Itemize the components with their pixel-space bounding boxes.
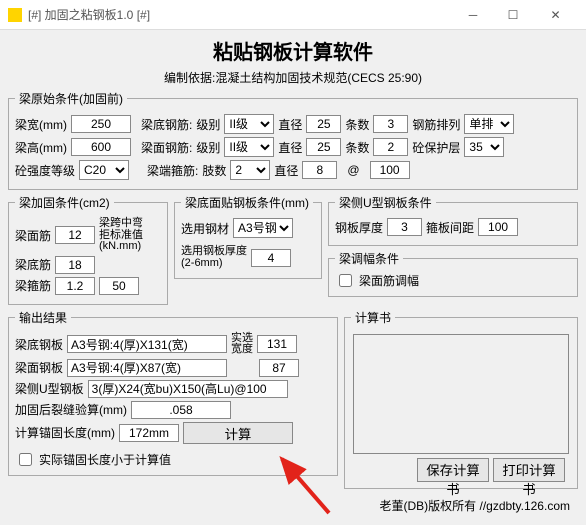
bottom-diam-input[interactable] xyxy=(306,115,341,133)
top-count-input[interactable] xyxy=(373,138,408,156)
close-button[interactable]: ✕ xyxy=(533,1,578,29)
side-spacing-label: 箍板间距 xyxy=(426,219,474,236)
anchor-check[interactable]: 实际锚固长度小于计算值 xyxy=(15,450,331,469)
cover-select[interactable]: 35 xyxy=(464,137,504,157)
basis-text: 编制依据:混凝土结构加固技术规范(CECS 25:90) xyxy=(6,69,580,86)
calcbook-legend: 计算书 xyxy=(351,309,395,326)
stirrup-reinf-input[interactable] xyxy=(55,277,95,295)
bottom-grade-select[interactable]: II级 xyxy=(224,114,274,134)
save-calcbook-button[interactable]: 保存计算书 xyxy=(417,458,489,482)
top-plate-output[interactable] xyxy=(67,359,227,377)
stirrup-spacing-input[interactable] xyxy=(370,161,410,179)
output-legend: 输出结果 xyxy=(15,309,71,326)
side-plate-group: 梁侧U型钢板条件 钢板厚度 箍板间距 xyxy=(328,194,578,246)
bottom-reinf-label: 梁底筋 xyxy=(15,256,51,273)
bottom-rebar-label: 梁底钢筋: xyxy=(141,116,192,133)
conc-grade-select[interactable]: C20 xyxy=(79,160,129,180)
top-diam-input[interactable] xyxy=(306,138,341,156)
count-label-1: 条数 xyxy=(345,116,369,133)
diam-label-1: 直径 xyxy=(278,116,302,133)
at-label: @ xyxy=(347,163,359,177)
original-beam-group: 梁原始条件(加固前) 梁宽(mm) 梁底钢筋: 级别 II级 直径 条数 钢筋排… xyxy=(8,90,578,190)
header: 粘贴钢板计算软件 编制依据:混凝土结构加固技术规范(CECS 25:90) xyxy=(6,36,580,86)
diam-label-2: 直径 xyxy=(278,139,302,156)
steel-label: 选用钢材 xyxy=(181,220,229,237)
original-legend: 梁原始条件(加固前) xyxy=(15,90,127,107)
app-icon xyxy=(8,8,22,22)
adjust-checkbox[interactable]: 梁面筋调幅 xyxy=(335,271,571,290)
top-grade-select[interactable]: II级 xyxy=(224,137,274,157)
layout-label: 钢筋排列 xyxy=(412,116,460,133)
calcbook-area xyxy=(353,334,569,454)
adjust-checkbox-input[interactable] xyxy=(339,274,352,287)
reinforce-group: 梁加固条件(cm2) 梁面筋 梁跨中弯 拒标准值 (kN.mm) 梁底筋 梁箍筋 xyxy=(8,194,168,305)
bending-label: 梁跨中弯 拒标准值 (kN.mm) xyxy=(99,218,143,253)
real-width-label: 实选宽度 xyxy=(231,333,253,356)
grade-label-1: 级别 xyxy=(196,116,220,133)
footer-text: 老董(DB)版权所有 //gzdbty.126.com xyxy=(6,491,580,514)
top-reinf-input[interactable] xyxy=(55,226,95,244)
app-title: 粘贴钢板计算软件 xyxy=(6,36,580,65)
titlebar: [#] 加固之粘钢板1.0 [#] ─ ☐ ✕ xyxy=(0,0,586,30)
thick-label: 选用钢板厚度 (2-6mm) xyxy=(181,246,247,269)
stirrup-reinf-label: 梁箍筋 xyxy=(15,277,51,294)
bottom-count-input[interactable] xyxy=(373,115,408,133)
real-top-input[interactable] xyxy=(259,359,299,377)
cover-label: 砼保护层 xyxy=(412,139,460,156)
side-legend: 梁侧U型钢板条件 xyxy=(335,194,436,211)
anchor-label: 计算锚固长度(mm) xyxy=(15,424,115,441)
stirrup-reinf-input-2[interactable] xyxy=(99,277,139,295)
beam-width-input[interactable] xyxy=(71,115,131,133)
conc-grade-label: 砼强度等级 xyxy=(15,162,75,179)
beam-height-label: 梁高(mm) xyxy=(15,139,67,156)
diam-label-3: 直径 xyxy=(274,162,298,179)
print-calcbook-button[interactable]: 打印计算书 xyxy=(493,458,565,482)
plate-thick-input[interactable] xyxy=(251,249,291,267)
adjust-checkbox-label: 梁面筋调幅 xyxy=(359,272,419,289)
bottom-plate-label: 梁底钢板 xyxy=(15,336,63,353)
side-thick-label: 钢板厚度 xyxy=(335,219,383,236)
count-label-2: 条数 xyxy=(345,139,369,156)
u-plate-label: 梁侧U型钢板 xyxy=(15,380,84,397)
top-rebar-label: 梁面钢筋: xyxy=(141,139,192,156)
output-group: 输出结果 梁底钢板 实选宽度 梁面钢板 梁侧U型钢板 加固后裂缝验算(mm xyxy=(8,309,338,476)
legs-label: 肢数 xyxy=(202,162,226,179)
reinforce-legend: 梁加固条件(cm2) xyxy=(15,194,114,211)
adjust-group: 梁调幅条件 梁面筋调幅 xyxy=(328,250,578,297)
layout-select[interactable]: 单排 xyxy=(464,114,514,134)
bottom-reinf-input[interactable] xyxy=(55,256,95,274)
side-spacing-input[interactable] xyxy=(478,218,518,236)
stirrup-label: 梁端箍筋: xyxy=(147,162,198,179)
beam-height-input[interactable] xyxy=(71,138,131,156)
bottom-plate-output[interactable] xyxy=(67,335,227,353)
anchor-check-input[interactable] xyxy=(19,453,32,466)
grade-label-2: 级别 xyxy=(196,139,220,156)
legs-select[interactable]: 2 xyxy=(230,160,270,180)
plate-legend: 梁底面贴钢板条件(mm) xyxy=(181,194,313,211)
anchor-check-label: 实际锚固长度小于计算值 xyxy=(39,451,171,468)
top-plate-label: 梁面钢板 xyxy=(15,359,63,376)
calculate-button[interactable]: 计算 xyxy=(183,422,293,444)
u-plate-output[interactable] xyxy=(88,380,288,398)
plate-group: 梁底面贴钢板条件(mm) 选用钢材 A3号钢 选用钢板厚度 (2-6mm) xyxy=(174,194,322,279)
steel-select[interactable]: A3号钢 xyxy=(233,218,293,238)
top-reinf-label: 梁面筋 xyxy=(15,227,51,244)
anchor-output[interactable] xyxy=(119,424,179,442)
real-bottom-input[interactable] xyxy=(257,335,297,353)
crack-output[interactable] xyxy=(131,401,231,419)
beam-width-label: 梁宽(mm) xyxy=(15,116,67,133)
calcbook-group: 计算书 保存计算书 打印计算书 xyxy=(344,309,578,489)
crack-label: 加固后裂缝验算(mm) xyxy=(15,401,127,418)
side-thick-input[interactable] xyxy=(387,218,422,236)
minimize-button[interactable]: ─ xyxy=(453,1,493,29)
adjust-legend: 梁调幅条件 xyxy=(335,250,403,267)
maximize-button[interactable]: ☐ xyxy=(493,1,533,29)
stirrup-diam-input[interactable] xyxy=(302,161,337,179)
window-title: [#] 加固之粘钢板1.0 [#] xyxy=(28,6,453,23)
